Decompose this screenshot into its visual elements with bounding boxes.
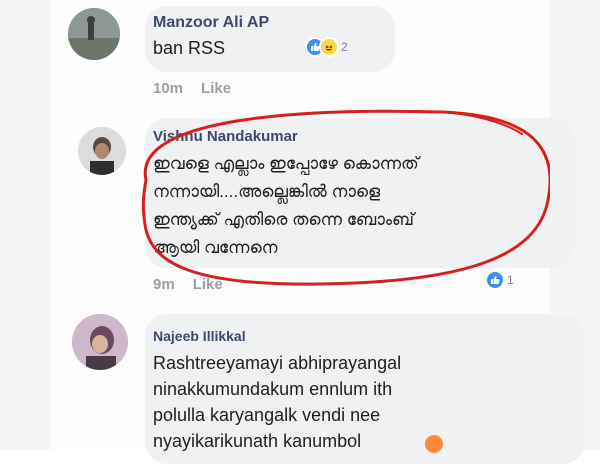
comment-meta: 9m Like: [153, 276, 241, 293]
comment-line: polulla karyangalk vendi nee: [153, 405, 381, 425]
avatar[interactable]: [68, 8, 120, 60]
comment-time[interactable]: 10m: [153, 80, 183, 97]
comment-time[interactable]: 9m: [153, 276, 175, 293]
comment-author[interactable]: Vishnu Nandakumar: [153, 128, 298, 145]
comment-line: ninakkumundakum ennlum ith: [153, 379, 393, 399]
like-icon: [485, 270, 505, 290]
reaction-summary[interactable]: 1: [485, 270, 514, 290]
reaction-count: 1: [507, 273, 514, 287]
comment-line: nyayikarikunath kanumbol: [153, 431, 362, 451]
comment-line: ഇന്ത്യക്ക് എതിരെ തന്നെ ബോംബ്: [153, 210, 414, 229]
left-margin: [0, 0, 50, 450]
comment-line: ആയി വന്നേനെ: [153, 238, 278, 257]
reaction-count: 2: [341, 40, 348, 54]
comment-author[interactable]: Manzoor Ali AP: [153, 14, 269, 32]
like-button[interactable]: Like: [201, 80, 231, 97]
avatar[interactable]: [72, 314, 128, 370]
comment-line: ഇവളെ എല്ലാം ഇപ്പോഴേ കൊന്നത്: [153, 154, 419, 173]
comment-text: ban RSS: [153, 38, 226, 58]
comment-line: Rashtreeyamayi abhiprayangal: [153, 353, 402, 373]
reaction-summary[interactable]: 2: [305, 37, 348, 57]
angry-face-icon: [425, 435, 443, 453]
haha-icon: [319, 37, 339, 57]
comment-author[interactable]: Najeeb Illikkal: [153, 328, 246, 344]
comment-text: ഇവളെ എല്ലാം ഇപ്പോഴേ കൊന്നത് നന്നായി....അ…: [153, 150, 419, 262]
comment-meta: 10m Like: [153, 80, 249, 97]
like-button[interactable]: Like: [193, 276, 223, 293]
comment-line: നന്നായി....അല്ലെങ്കിൽ നാളെ: [153, 182, 381, 201]
profile-photo-icon: [72, 314, 128, 370]
profile-photo-icon: [78, 127, 126, 175]
comment-thread: Manzoor Ali AP ban RSS 2 10m Like Vishnu …: [50, 0, 585, 464]
avatar[interactable]: [78, 127, 126, 175]
comment-text: Rashtreeyamayi abhiprayangal ninakkumund…: [153, 350, 401, 454]
profile-photo-icon: [68, 8, 120, 60]
